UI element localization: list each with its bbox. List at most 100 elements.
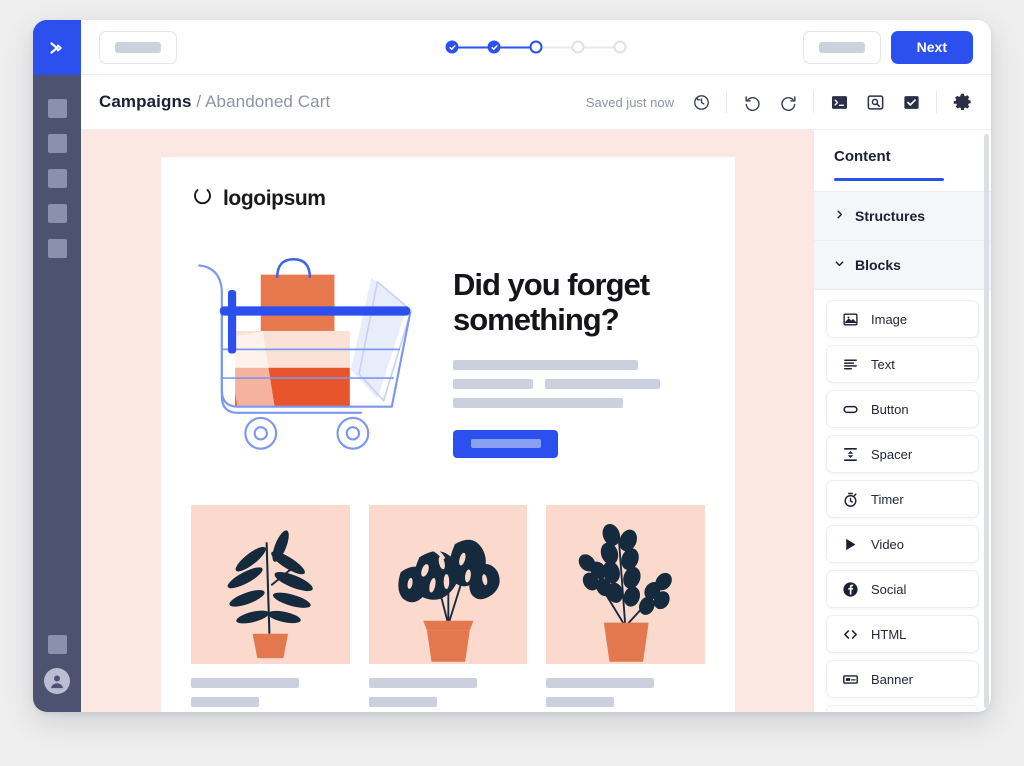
block-list: Image Text Button Spacer Timer Video Soc… <box>814 290 991 712</box>
rail-item-4[interactable] <box>47 204 67 223</box>
email-headline-line2: something? <box>453 302 620 338</box>
top-right-actions: Next <box>802 30 973 64</box>
tab-content[interactable]: Content <box>814 130 991 178</box>
user-avatar-icon <box>50 675 64 689</box>
block-item-spacer[interactable]: Spacer <box>826 435 979 473</box>
spacer-arrows-icon <box>841 446 859 463</box>
rail-item-settings[interactable] <box>47 635 67 654</box>
back-button[interactable] <box>99 30 177 64</box>
button-pill-icon <box>841 401 859 418</box>
rail-item-3[interactable] <box>47 169 67 188</box>
editor-body: logoipsum Did you forget something? Cont… <box>81 130 991 712</box>
saved-status: Saved just now <box>585 94 674 110</box>
breadcrumb-current: Abandoned Cart <box>205 92 331 111</box>
top-toolbar: Next <box>81 20 991 75</box>
redo-icon[interactable] <box>777 91 799 113</box>
body-placeholder-row-1 <box>453 359 705 370</box>
tool-divider-3 <box>936 91 937 113</box>
breadcrumb-parent[interactable]: Campaigns <box>99 92 192 111</box>
undo-icon[interactable] <box>741 91 763 113</box>
tab-content-label: Content <box>834 148 891 165</box>
next-button[interactable]: Next <box>890 30 973 64</box>
body-placeholder-row-2 <box>453 378 705 389</box>
block-item-button[interactable]: Button <box>826 390 979 428</box>
back-button-placeholder <box>115 41 161 53</box>
zz-plant-illustration <box>546 505 706 664</box>
email-canvas[interactable]: logoipsum Did you forget something? <box>81 130 813 712</box>
gear-icon[interactable] <box>951 91 973 113</box>
secondary-action-button[interactable] <box>802 30 881 64</box>
history-icon[interactable] <box>690 91 712 113</box>
step-5-todo[interactable] <box>613 40 627 54</box>
block-item-banner[interactable]: Banner <box>826 660 979 698</box>
block-item-menu[interactable]: Menu <box>826 705 979 712</box>
block-item-text-label: Text <box>871 356 895 372</box>
image-icon <box>841 311 859 328</box>
email-headline-line1: Did you forget <box>453 267 650 302</box>
product-card-3-lines <box>546 664 705 707</box>
app-logo[interactable] <box>33 20 81 75</box>
step-2-done[interactable] <box>487 40 501 54</box>
body-placeholder-2a <box>453 378 533 389</box>
block-item-banner-label: Banner <box>871 671 913 687</box>
block-item-timer[interactable]: Timer <box>826 480 979 518</box>
monstera-plant-illustration <box>368 505 528 664</box>
accordion-blocks[interactable]: Blocks <box>814 241 991 290</box>
breadcrumb-bar: Campaigns / Abandoned Cart Saved just no… <box>81 75 991 130</box>
block-item-video[interactable]: Video <box>826 525 979 563</box>
step-indicator <box>445 40 627 54</box>
block-item-social[interactable]: Social <box>826 570 979 608</box>
product-card-1-line1 <box>191 677 299 688</box>
product-card-3[interactable] <box>546 505 706 712</box>
facebook-icon <box>841 581 859 598</box>
step-4-todo[interactable] <box>571 40 585 54</box>
rail-item-1[interactable] <box>47 99 67 118</box>
left-nav-rail <box>33 20 81 712</box>
step-3-current[interactable] <box>529 40 543 54</box>
editor-tools: Saved just now <box>586 91 973 113</box>
stopwatch-icon <box>841 491 859 508</box>
breadcrumb-separator: / <box>191 92 206 111</box>
email-preview[interactable]: logoipsum Did you forget something? <box>161 157 735 712</box>
screenshot-stage: Next Campaigns / Abandoned Cart Saved ju… <box>0 0 1024 766</box>
product-card-1[interactable] <box>191 505 350 712</box>
block-item-spacer-label: Spacer <box>871 446 913 462</box>
accordion-structures[interactable]: Structures <box>814 191 991 241</box>
step-connector-1 <box>458 46 488 48</box>
block-item-html[interactable]: HTML <box>826 615 979 653</box>
banner-icon <box>841 671 859 688</box>
code-terminal-icon[interactable] <box>828 91 850 113</box>
double-chevron-icon <box>46 37 68 59</box>
preview-search-icon[interactable] <box>864 91 886 113</box>
accordion-structures-label: Structures <box>855 208 926 224</box>
secondary-action-placeholder <box>818 41 865 53</box>
email-cta-placeholder <box>470 439 541 449</box>
block-item-image[interactable]: Image <box>826 300 979 338</box>
rail-item-2[interactable] <box>47 134 67 153</box>
email-logo-text: logoipsum <box>223 187 326 210</box>
accordion-blocks-label: Blocks <box>855 257 901 273</box>
block-item-text[interactable]: Text <box>826 345 979 383</box>
product-card-2[interactable] <box>368 505 528 712</box>
text-lines-icon <box>841 356 859 373</box>
email-headline: Did you forget something? <box>453 267 705 338</box>
product-card-2-line2 <box>368 696 437 707</box>
play-triangle-icon <box>841 536 859 553</box>
avatar[interactable] <box>44 668 70 694</box>
email-logo: logoipsum <box>191 185 705 213</box>
angle-brackets-icon <box>841 626 859 643</box>
panel-scrollbar[interactable] <box>984 134 989 708</box>
content-panel: Content Structures Blocks Image Text But… <box>813 130 991 712</box>
rail-item-5[interactable] <box>47 239 67 258</box>
body-placeholder-3 <box>453 397 623 408</box>
checklist-icon[interactable] <box>900 91 922 113</box>
app-window: Next Campaigns / Abandoned Cart Saved ju… <box>33 20 991 712</box>
product-card-2-line1 <box>368 677 477 688</box>
smile-arc-icon <box>191 185 214 213</box>
chevron-right-icon <box>834 207 845 225</box>
step-1-done[interactable] <box>445 40 459 54</box>
step-connector-2 <box>500 46 530 48</box>
email-cta-button[interactable] <box>453 429 558 458</box>
product-card-2-lines <box>368 664 528 707</box>
rail-item-list <box>47 75 67 258</box>
